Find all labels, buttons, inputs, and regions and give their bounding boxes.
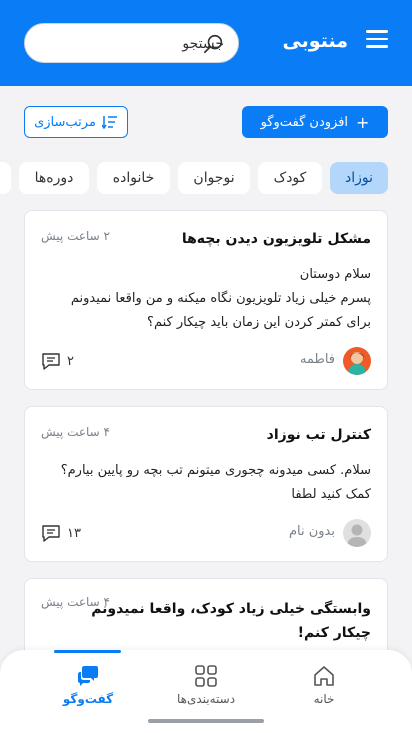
sort-button[interactable]: مرتب‌سازی [24,106,128,138]
comment-count[interactable]: ۲ [41,351,74,371]
avatar [343,519,371,547]
tab-courses[interactable]: دوره‌ها [19,162,89,194]
post-body-line: پسرم خیلی زیاد تلویزیون نگاه میکنه و من … [70,291,371,306]
comment-icon [42,353,60,370]
post-author: فاطمه [299,352,335,367]
comment-count[interactable]: ۱۳ [41,523,81,543]
sort-label: مرتب‌سازی [34,114,96,130]
tab-teen[interactable]: نوجوان [178,162,250,194]
add-conversation-label: افزودن گفت‌وگو [260,114,349,130]
post-title: مشکل تلویزیون دیدن بچه‌ها [181,231,371,247]
comment-icon [42,525,60,542]
post-title-line: چیکار کنم! [297,625,371,641]
post-body-line: سلام. کسی میدونه چجوری میتونم تب بچه رو … [60,463,371,478]
post-time: ۴ ساعت پیش [41,595,110,609]
post-title: کنترل تب نوزاد [266,427,371,443]
add-conversation-button[interactable]: + افزودن گفت‌وگو [242,106,388,138]
avatar [343,347,371,375]
nav-chat-label: گفت‌وگو [62,692,114,706]
app-header: منتوبی [0,0,412,86]
search-box[interactable] [24,23,239,63]
chat-bubbles-icon [78,666,98,686]
post-title-line: وابستگی خیلی زیاد کودک، واقعا نمیدونم [91,601,371,617]
tab-child[interactable]: کودک [258,162,322,194]
nav-chat[interactable]: گفت‌وگو [43,664,133,706]
tab-newborn[interactable]: نوزاد [330,162,388,194]
search-input[interactable] [65,33,224,55]
post-time: ۲ ساعت پیش [41,229,110,243]
post-body-line: کمک کنید لطفا [291,487,371,502]
nav-home[interactable]: خانه [279,664,369,706]
post-body-line: سلام دوستان [299,267,371,282]
nav-categories[interactable]: دسته‌بندی‌ها [161,664,251,706]
nav-categories-label: دسته‌بندی‌ها [176,692,236,706]
comment-count-value: ۲ [67,353,74,369]
sort-icon [101,116,117,129]
grid-icon [195,665,217,687]
system-home-indicator[interactable] [148,719,264,723]
tab-more[interactable] [0,162,11,194]
post-time: ۴ ساعت پیش [41,425,110,439]
post-footer: فاطمه ۲ [41,347,371,375]
active-tab-indicator [54,650,121,653]
app-title: منتوبی [282,30,348,52]
post-footer: بدون نام ۱۳ [41,519,371,547]
category-tabs: نوزاد کودک نوجوان خانواده دوره‌ها [0,162,412,194]
post-body: سلام. کسی میدونه چجوری میتونم تب بچه رو … [39,459,371,507]
nav-home-label: خانه [313,692,335,706]
post-body-line: برای کمتر کردن این زمان باید چیکار کنم؟ [147,315,371,330]
post-card[interactable]: مشکل تلویزیون دیدن بچه‌ها ۲ ساعت پیش سلا… [24,210,388,390]
tab-family[interactable]: خانواده [97,162,170,194]
menu-icon[interactable] [366,30,388,54]
plus-icon: + [356,112,370,132]
post-card[interactable]: کنترل تب نوزاد ۴ ساعت پیش سلام. کسی میدو… [24,406,388,562]
post-author: بدون نام [288,524,335,539]
search-icon[interactable] [203,33,225,55]
post-body: سلام دوستان پسرم خیلی زیاد تلویزیون نگاه… [39,263,371,335]
comment-count-value: ۱۳ [67,525,81,541]
post-title: وابستگی خیلی زیاد کودک، واقعا نمیدونم چی… [91,597,371,645]
home-icon [314,666,334,686]
